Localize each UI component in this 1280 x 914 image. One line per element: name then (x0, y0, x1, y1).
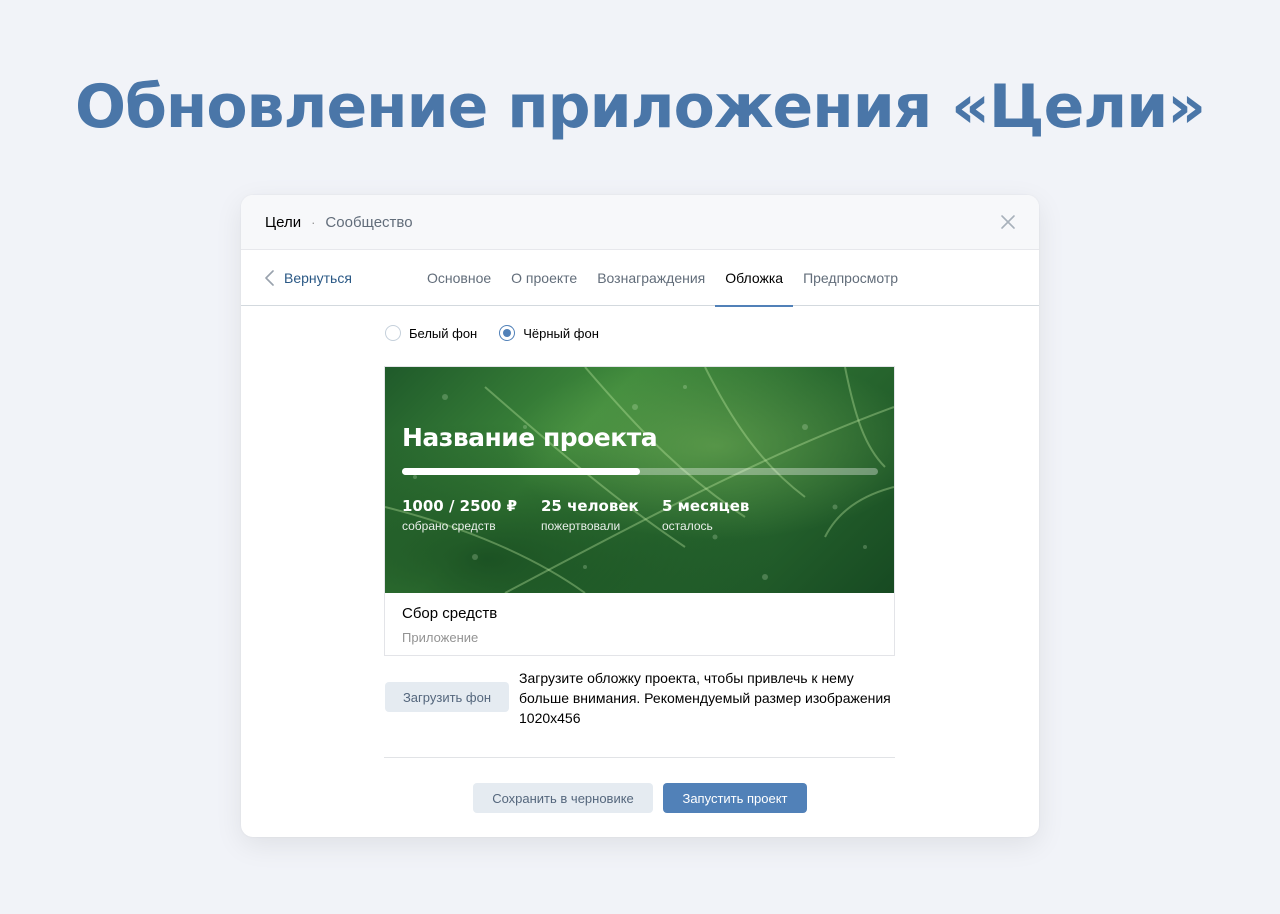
stat-value: 1000 / 2500 ₽ (402, 497, 518, 515)
upload-hint: Загрузите обложку проекта, чтобы привлеч… (519, 670, 891, 726)
progress-fill (402, 468, 640, 475)
goals-app-modal: Цели · Сообщество Вернуться Основное О п… (241, 195, 1039, 837)
header-section: Сообщество (325, 213, 413, 231)
tabs: Основное О проекте Вознаграждения Обложк… (417, 250, 908, 307)
tab-preview[interactable]: Предпросмотр (793, 250, 908, 306)
back-button[interactable]: Вернуться (265, 250, 352, 306)
chevron-left-icon (265, 270, 274, 286)
stat-label: осталось (662, 519, 713, 533)
stat-value: 25 человек (541, 497, 639, 515)
header-separator: · (311, 214, 316, 230)
cover-image: Название проекта 1000 / 2500 ₽ собрано с… (385, 367, 894, 593)
tab-about[interactable]: О проекте (501, 250, 587, 306)
card-info: Сбор средств Приложение (385, 593, 894, 645)
card-subtitle: Приложение (402, 630, 479, 645)
background-options: Белый фон Чёрный фон (385, 325, 621, 341)
stat-value: 5 месяцев (662, 497, 750, 515)
tab-rewards[interactable]: Вознаграждения (587, 250, 715, 306)
radio-label: Чёрный фон (523, 325, 599, 341)
stat-time-left: 5 месяцев осталось (662, 497, 749, 533)
leaf-texture (385, 367, 894, 593)
app-name: Цели (265, 213, 302, 231)
stat-donors: 25 человек пожертвовали (541, 497, 639, 533)
fundraising-progress-bar (402, 468, 878, 475)
stat-label: пожертвовали (541, 519, 621, 533)
radio-label: Белый фон (409, 325, 478, 341)
upload-background-button[interactable]: Загрузить фон (385, 682, 509, 712)
cover-title: Название проекта (402, 423, 658, 452)
launch-project-button[interactable]: Запустить проект (663, 783, 807, 813)
radio-circle (385, 325, 401, 341)
save-draft-button[interactable]: Сохранить в черновике (473, 783, 653, 813)
back-label: Вернуться (284, 270, 352, 286)
radio-white-background[interactable]: Белый фон (385, 325, 477, 341)
tab-cover[interactable]: Обложка (715, 250, 793, 307)
divider (384, 757, 895, 758)
project-preview-card: Название проекта 1000 / 2500 ₽ собрано с… (384, 366, 895, 656)
close-icon[interactable] (999, 213, 1017, 231)
tab-navigation: Вернуться Основное О проекте Вознагражде… (241, 250, 1039, 307)
radio-circle-checked (499, 325, 516, 341)
stat-label: собрано средств (402, 519, 496, 533)
page-headline: Обновление приложения «Цели» (74, 72, 1206, 142)
modal-header: Цели · Сообщество (241, 195, 1039, 250)
radio-black-background[interactable]: Чёрный фон (499, 325, 599, 341)
card-title: Сбор средств (402, 605, 498, 622)
tab-main[interactable]: Основное (417, 250, 501, 306)
stat-collected: 1000 / 2500 ₽ собрано средств (402, 497, 517, 533)
